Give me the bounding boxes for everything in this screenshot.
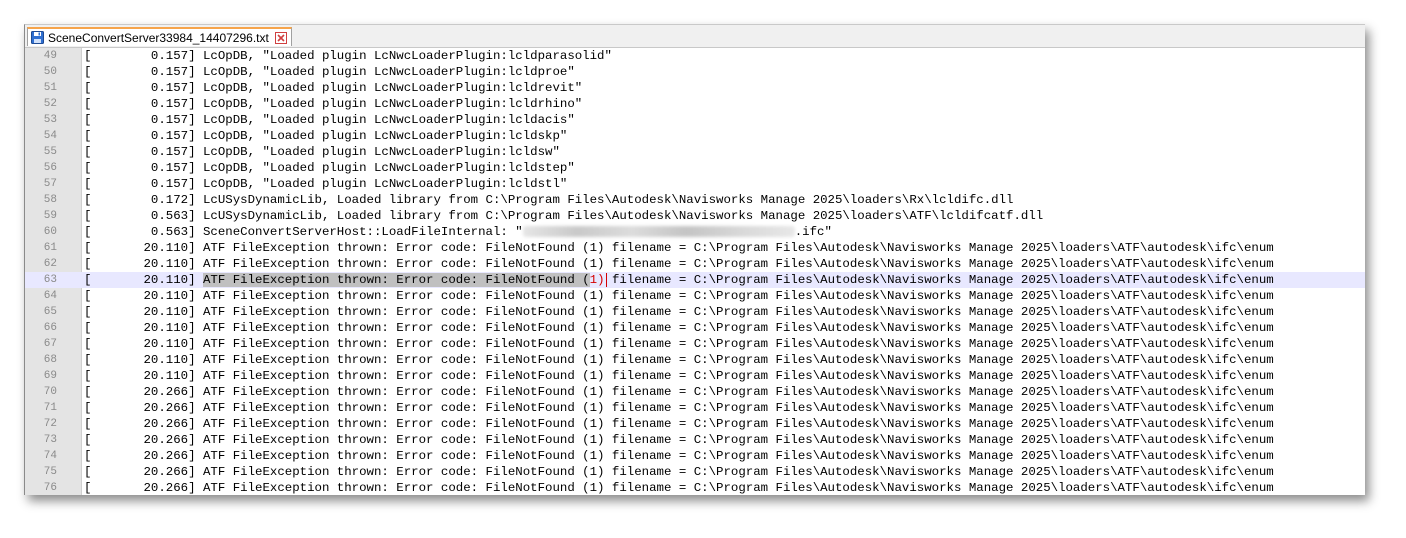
editor-line[interactable]: 67 [ 20.110] ATF FileException thrown: Er… — [25, 336, 1365, 352]
line-number: 58 — [43, 194, 57, 206]
line-number: 75 — [43, 466, 57, 478]
editor-line[interactable]: 74 [ 20.266] ATF FileException thrown: Er… — [25, 448, 1365, 464]
line-number: 56 — [43, 162, 57, 174]
line-text[interactable]: [ 0.172] LcUSysDynamicLib, Loaded librar… — [84, 192, 1013, 208]
line-number: 57 — [43, 178, 57, 190]
line-text[interactable]: [ 20.266] ATF FileException thrown: Erro… — [84, 464, 1274, 480]
line-number: 53 — [43, 114, 57, 126]
line-number: 59 — [43, 210, 57, 222]
line-text[interactable]: [ 0.157] LcOpDB, "Loaded plugin LcNwcLoa… — [84, 96, 582, 112]
text-caret — [605, 272, 607, 287]
line-text[interactable]: [ 20.266] ATF FileException thrown: Erro… — [84, 480, 1274, 495]
line-number: 64 — [43, 290, 57, 302]
line-number: 60 — [43, 226, 57, 238]
line-text[interactable]: [ 0.157] LcOpDB, "Loaded plugin LcNwcLoa… — [84, 80, 582, 96]
line-number: 55 — [43, 146, 57, 158]
editor-line[interactable]: 61 [ 20.110] ATF FileException thrown: Er… — [25, 240, 1365, 256]
line-text[interactable]: [ 0.563] LcUSysDynamicLib, Loaded librar… — [84, 208, 1043, 224]
editor-line[interactable]: 51 [ 0.157] LcOpDB, "Loaded plugin LcNwcL… — [25, 80, 1365, 96]
line-number: 49 — [43, 50, 57, 62]
editor-line[interactable]: 58 [ 0.172] LcUSysDynamicLib, Loaded libr… — [25, 192, 1365, 208]
editor-line[interactable]: 76 [ 20.266] ATF FileException thrown: Er… — [25, 480, 1365, 495]
line-text[interactable]: [ 20.110] ATF FileException thrown: Erro… — [84, 288, 1274, 304]
line-text[interactable]: [ 20.110] ATF FileException thrown: Erro… — [84, 320, 1274, 336]
line-number: 76 — [43, 482, 57, 494]
line-text[interactable]: [ 0.157] LcOpDB, "Loaded plugin LcNwcLoa… — [84, 112, 575, 128]
line-number: 50 — [43, 66, 57, 78]
line-number: 51 — [43, 82, 57, 94]
line-number: 62 — [43, 258, 57, 270]
editor-line[interactable]: 62 [ 20.110] ATF FileException thrown: Er… — [25, 256, 1365, 272]
line-text[interactable]: [ 20.266] ATF FileException thrown: Erro… — [84, 448, 1274, 464]
line-number: 66 — [43, 322, 57, 334]
line-number: 61 — [43, 242, 57, 254]
editor-line[interactable]: 71 [ 20.266] ATF FileException thrown: Er… — [25, 400, 1365, 416]
editor-line[interactable]: 64 [ 20.110] ATF FileException thrown: Er… — [25, 288, 1365, 304]
line-number: 70 — [43, 386, 57, 398]
line-number: 67 — [43, 338, 57, 350]
line-text[interactable]: [ 0.157] LcOpDB, "Loaded plugin LcNwcLoa… — [84, 160, 575, 176]
editor-line[interactable]: 49 [ 0.157] LcOpDB, "Loaded plugin LcNwcL… — [25, 48, 1365, 64]
editor-line[interactable]: 69 [ 20.110] ATF FileException thrown: Er… — [25, 368, 1365, 384]
editor-line[interactable]: 50 [ 0.157] LcOpDB, "Loaded plugin LcNwcL… — [25, 64, 1365, 80]
editor-line[interactable]: 68 [ 20.110] ATF FileException thrown: Er… — [25, 352, 1365, 368]
notepad-plus-plus-window: SceneConvertServer33984_14407296.txt 49 [… — [24, 24, 1365, 495]
line-number: 73 — [43, 434, 57, 446]
editor-line[interactable]: 72 [ 20.266] ATF FileException thrown: Er… — [25, 416, 1365, 432]
editor-line[interactable]: 52 [ 0.157] LcOpDB, "Loaded plugin LcNwcL… — [25, 96, 1365, 112]
matched-bracket: 1) — [589, 273, 605, 287]
editor-line[interactable]: 56 [ 0.157] LcOpDB, "Loaded plugin LcNwcL… — [25, 160, 1365, 176]
line-text[interactable]: [ 0.157] LcOpDB, "Loaded plugin LcNwcLoa… — [84, 128, 567, 144]
line-text[interactable]: [ 20.110] ATF FileException thrown: Erro… — [84, 240, 1274, 256]
line-number: 72 — [43, 418, 57, 430]
line-text[interactable]: [ 20.266] ATF FileException thrown: Erro… — [84, 384, 1274, 400]
line-text[interactable]: [ 0.157] LcOpDB, "Loaded plugin LcNwcLoa… — [84, 64, 575, 80]
editor-lines: 49 [ 0.157] LcOpDB, "Loaded plugin LcNwcL… — [25, 48, 1365, 495]
line-text[interactable]: [ 20.266] ATF FileException thrown: Erro… — [84, 416, 1274, 432]
line-text[interactable]: [ 20.266] ATF FileException thrown: Erro… — [84, 432, 1274, 448]
editor-line[interactable]: 66 [ 20.110] ATF FileException thrown: Er… — [25, 320, 1365, 336]
save-icon — [31, 31, 44, 44]
editor-line[interactable]: 63 [ 20.110] ATF FileException thrown: Er… — [25, 272, 1365, 288]
editor-line[interactable]: 70 [ 20.266] ATF FileException thrown: Er… — [25, 384, 1365, 400]
file-tab[interactable]: SceneConvertServer33984_14407296.txt — [27, 27, 292, 46]
line-text[interactable]: [ 0.563] SceneConvertServerHost::LoadFil… — [84, 224, 832, 240]
editor-line[interactable]: 59 [ 0.563] LcUSysDynamicLib, Loaded libr… — [25, 208, 1365, 224]
editor-line[interactable]: 60 [ 0.563] SceneConvertServerHost::LoadF… — [25, 224, 1365, 240]
line-text[interactable]: [ 20.110] ATF FileException thrown: Erro… — [84, 352, 1274, 368]
line-text[interactable]: [ 0.157] LcOpDB, "Loaded plugin LcNwcLoa… — [84, 144, 560, 160]
text-editor[interactable]: 49 [ 0.157] LcOpDB, "Loaded plugin LcNwcL… — [25, 48, 1365, 495]
line-text[interactable]: [ 0.157] LcOpDB, "Loaded plugin LcNwcLoa… — [84, 176, 567, 192]
line-number: 63 — [43, 274, 57, 286]
redacted-filename — [522, 226, 795, 238]
tab-title: SceneConvertServer33984_14407296.txt — [48, 30, 269, 45]
line-number: 52 — [43, 98, 57, 110]
line-text[interactable]: [ 20.110] ATF FileException thrown: Erro… — [84, 256, 1274, 272]
line-number: 68 — [43, 354, 57, 366]
line-number: 65 — [43, 306, 57, 318]
editor-line[interactable]: 57 [ 0.157] LcOpDB, "Loaded plugin LcNwcL… — [25, 176, 1365, 192]
editor-line[interactable]: 54 [ 0.157] LcOpDB, "Loaded plugin LcNwcL… — [25, 128, 1365, 144]
editor-line[interactable]: 73 [ 20.266] ATF FileException thrown: Er… — [25, 432, 1365, 448]
line-number: 54 — [43, 130, 57, 142]
editor-line[interactable]: 65 [ 20.110] ATF FileException thrown: Er… — [25, 304, 1365, 320]
line-text[interactable]: [ 20.266] ATF FileException thrown: Erro… — [84, 400, 1274, 416]
tab-bar: SceneConvertServer33984_14407296.txt — [25, 25, 1365, 48]
editor-line[interactable]: 75 [ 20.266] ATF FileException thrown: Er… — [25, 464, 1365, 480]
close-icon[interactable] — [274, 31, 287, 44]
selected-text: ATF FileException thrown: Error code: Fi… — [202, 273, 590, 287]
line-number: 71 — [43, 402, 57, 414]
editor-line[interactable]: 53 [ 0.157] LcOpDB, "Loaded plugin LcNwcL… — [25, 112, 1365, 128]
editor-line[interactable]: 55 [ 0.157] LcOpDB, "Loaded plugin LcNwcL… — [25, 144, 1365, 160]
line-text[interactable]: [ 20.110] ATF FileException thrown: Erro… — [84, 336, 1274, 352]
line-text[interactable]: [ 20.110] ATF FileException thrown: Erro… — [84, 304, 1274, 320]
line-text[interactable]: [ 20.110] ATF FileException thrown: Erro… — [84, 272, 1274, 288]
line-text[interactable]: [ 20.110] ATF FileException thrown: Erro… — [84, 368, 1274, 384]
line-number: 74 — [43, 450, 57, 462]
line-text[interactable]: [ 0.157] LcOpDB, "Loaded plugin LcNwcLoa… — [84, 48, 612, 64]
line-number: 69 — [43, 370, 57, 382]
